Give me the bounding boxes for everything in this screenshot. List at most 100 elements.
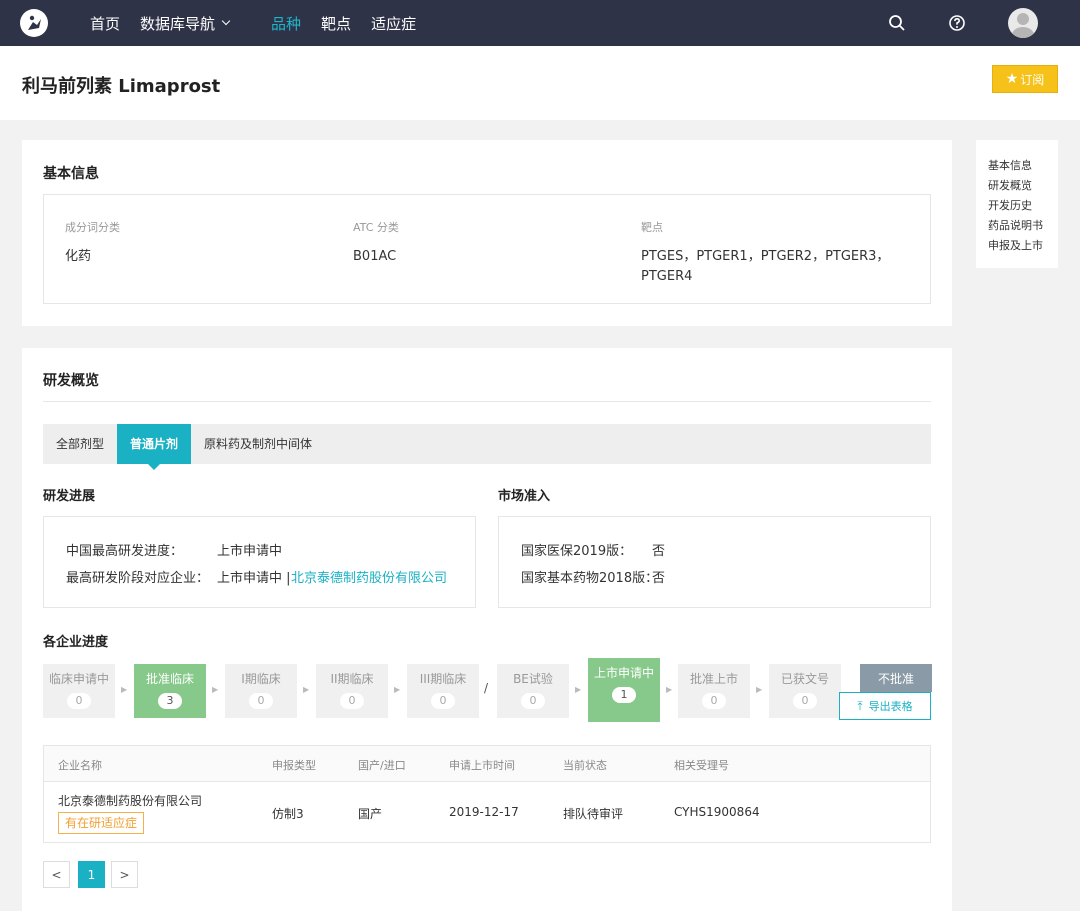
stage-count: 3 [158, 693, 182, 709]
stage-name: 临床申请中 [48, 672, 109, 686]
stage-name: 不批准 [877, 672, 914, 686]
row-accept-no-link[interactable]: CYHS1900864 [674, 805, 760, 819]
nav-indication[interactable]: 适应症 [371, 13, 416, 34]
slash-separator: / [484, 681, 489, 695]
stage-be-trial[interactable]: BE试验 0 [497, 664, 569, 718]
stage-clinical-approved[interactable]: 批准临床 3 [134, 664, 206, 718]
help-icon[interactable] [948, 14, 966, 32]
toc-item-basic[interactable]: 基本信息 [988, 156, 1058, 176]
chevron-down-icon [221, 16, 231, 26]
tab-tablet[interactable]: 普通片剂 [117, 424, 192, 470]
pager-next[interactable]: > [111, 861, 138, 888]
section-title-basic: 基本信息 [43, 166, 99, 182]
stage-phase2[interactable]: II期临床 0 [316, 664, 388, 718]
side-toc: 基本信息 研发概览 开发历史 药品说明书 申报及上市 [976, 140, 1058, 268]
field-target: 靶点 PTGES，PTGER1，PTGER2，PTGER3，PTGER4 [641, 219, 901, 287]
nav-database-label: 数据库导航 [140, 14, 216, 33]
company-status: 上市申请中 | [217, 571, 291, 586]
nav-variety[interactable]: 品种 [271, 13, 301, 34]
overview-card: 研发概览 全部剂型 普通片剂 原料药及制剂中间体 研发进展 市场准入 中国最高研… [22, 348, 952, 911]
stage-rejected[interactable]: 不批准 [860, 664, 932, 692]
insurance-label: 国家医保2019版： [521, 544, 633, 559]
stage-clinical-apply[interactable]: 临床申请中 0 [43, 664, 115, 718]
stage-name: I期临床 [241, 672, 281, 686]
row-date: 2019-12-17 [449, 805, 519, 819]
toc-item-listing[interactable]: 申报及上市 [988, 236, 1058, 256]
stage-name: II期临床 [330, 672, 374, 686]
star-icon: ★ [1005, 71, 1019, 87]
th-type: 申报类型 [272, 759, 316, 772]
search-icon[interactable] [888, 14, 906, 32]
arrow-icon: ▶ [575, 685, 582, 694]
tab-api[interactable]: 原料药及制剂中间体 [191, 424, 325, 464]
stage-name: 批准上市 [689, 672, 738, 686]
stage-listing-approved[interactable]: 批准上市 0 [678, 664, 750, 718]
logo[interactable] [20, 9, 48, 37]
indication-badge[interactable]: 有在研适应症 [58, 812, 145, 834]
stage-name: BE试验 [513, 672, 553, 686]
stage-phase3[interactable]: III期临床 0 [407, 664, 479, 718]
stages-title: 各企业进度 [43, 635, 109, 650]
field-label: 靶点 [641, 221, 663, 234]
stage-count: 0 [249, 693, 273, 709]
progress-title: 研发进展 [43, 489, 96, 504]
stage-name: 批准临床 [145, 672, 194, 686]
market-title: 市场准入 [498, 489, 551, 504]
field-category: 成分词分类 化药 [65, 219, 120, 267]
nav-target[interactable]: 靶点 [321, 13, 351, 34]
pager-prev[interactable]: < [43, 861, 70, 888]
progress-box: 中国最高研发进度： 上市申请中 最高研发阶段对应企业： 上市申请中 | 北京泰德… [43, 516, 476, 608]
arrow-icon: ▶ [666, 685, 673, 694]
field-value: 化药 [65, 249, 92, 264]
arrow-icon: ▶ [756, 685, 763, 694]
basic-info-box: 成分词分类 化药 ATC 分类 B01AC 靶点 PTGES，PTGER1，PT… [43, 194, 931, 304]
stage-count: 1 [612, 687, 636, 703]
avatar[interactable] [1008, 8, 1038, 38]
top-nav: 首页 数据库导航 品种 靶点 适应症 [0, 0, 1080, 46]
export-table-button[interactable]: ⤒ 导出表格 [839, 692, 931, 720]
field-atc: ATC 分类 B01AC [353, 219, 399, 267]
toc-item-overview[interactable]: 研发概览 [988, 176, 1058, 196]
stage-count: 0 [793, 693, 817, 709]
stage-phase1[interactable]: I期临床 0 [225, 664, 297, 718]
tab-all[interactable]: 全部剂型 [43, 424, 117, 464]
insurance-value: 否 [652, 544, 666, 559]
stage-count: 0 [67, 693, 91, 709]
stage-count: 0 [702, 693, 726, 709]
field-value: PTGES，PTGER1，PTGER2，PTGER3，PTGER4 [641, 249, 890, 284]
divider [43, 401, 931, 402]
arrow-icon: ▶ [303, 685, 310, 694]
subscribe-button[interactable]: ★ 订阅 [992, 65, 1058, 93]
toc-item-label[interactable]: 药品说明书 [988, 216, 1058, 236]
row-origin: 国产 [358, 807, 383, 821]
essential-value: 否 [652, 571, 666, 586]
field-label: 成分词分类 [65, 221, 120, 234]
stage-count: 0 [521, 693, 545, 709]
company-table: 企业名称 申报类型 国产/进口 申请上市时间 当前状态 相关受理号 北京泰德制药… [43, 745, 931, 843]
stage-license[interactable]: 已获文号 0 [769, 664, 841, 718]
arrow-icon: ▶ [121, 685, 128, 694]
field-label: ATC 分类 [353, 221, 399, 234]
pager-page-1[interactable]: 1 [78, 861, 105, 888]
company-label: 最高研发阶段对应企业： [66, 571, 210, 586]
highest-value: 上市申请中 [217, 544, 283, 559]
th-company: 企业名称 [58, 759, 102, 772]
subscribe-label: 订阅 [1020, 72, 1045, 87]
stage-name: III期临床 [419, 672, 467, 686]
export-label: 导出表格 [868, 700, 913, 713]
row-status: 排队待审评 [563, 807, 624, 821]
nav-database[interactable]: 数据库导航 [140, 13, 231, 34]
basic-info-card: 基本信息 成分词分类 化药 ATC 分类 B01AC 靶点 PTGES，PTGE… [22, 140, 952, 326]
stage-name: 已获文号 [780, 672, 829, 686]
section-title-overview: 研发概览 [43, 373, 99, 389]
arrow-icon: ▶ [394, 685, 401, 694]
upload-icon: ⤒ [857, 698, 863, 713]
nav-home[interactable]: 首页 [90, 13, 120, 34]
stage-count: 0 [340, 693, 364, 709]
row-company-link[interactable]: 北京泰德制药股份有限公司 [58, 792, 202, 809]
toc-item-history[interactable]: 开发历史 [988, 196, 1058, 216]
company-link[interactable]: 北京泰德制药股份有限公司 [291, 567, 447, 586]
stage-count: 0 [431, 693, 455, 709]
stage-name: 上市申请中 [593, 666, 654, 680]
stage-listing-apply[interactable]: 上市申请中 1 [588, 658, 660, 722]
